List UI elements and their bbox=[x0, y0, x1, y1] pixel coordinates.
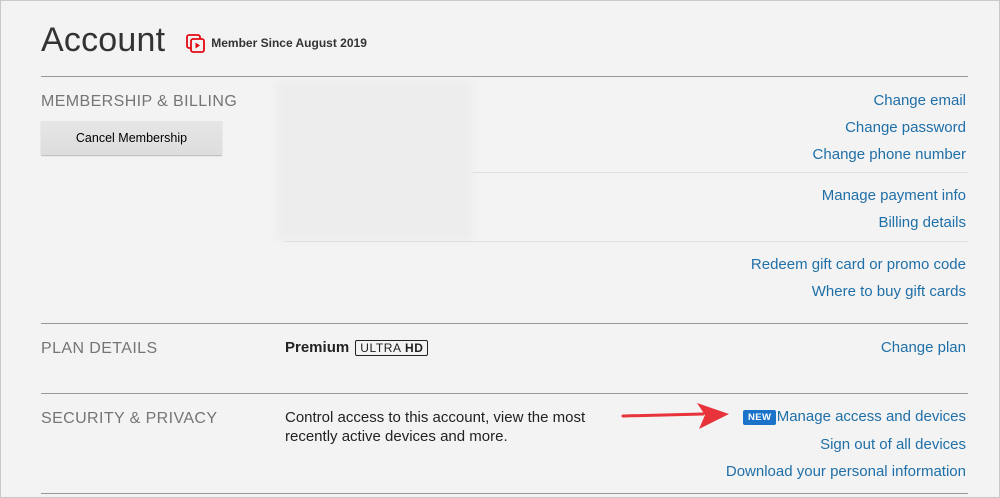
page-header: Account Member Since August 2019 bbox=[41, 21, 367, 60]
change-plan-link[interactable]: Change plan bbox=[881, 339, 966, 356]
cancel-membership-button[interactable]: Cancel Membership bbox=[41, 121, 222, 155]
redacted-account-info bbox=[277, 81, 473, 241]
ultra-hd-badge-part2: HD bbox=[404, 340, 424, 355]
security-section-title: SECURITY & PRIVACY bbox=[41, 410, 218, 427]
change-phone-link[interactable]: Change phone number bbox=[813, 146, 966, 163]
download-personal-info-link[interactable]: Download your personal information bbox=[726, 463, 966, 480]
subdivider bbox=[285, 241, 968, 242]
where-to-buy-gift-cards-link[interactable]: Where to buy gift cards bbox=[812, 283, 966, 300]
change-password-link[interactable]: Change password bbox=[845, 119, 966, 136]
plan-section-title: PLAN DETAILS bbox=[41, 340, 158, 357]
membership-section-title: MEMBERSHIP & BILLING bbox=[41, 93, 238, 110]
membership-icon bbox=[186, 33, 206, 53]
security-description: Control access to this account, view the… bbox=[285, 409, 586, 445]
sign-out-all-devices-link[interactable]: Sign out of all devices bbox=[820, 436, 966, 453]
plan-info: Premium ULTRA HD bbox=[285, 339, 429, 356]
account-page: Account Member Since August 2019 MEMBERS… bbox=[0, 0, 1000, 498]
page-title: Account bbox=[41, 21, 166, 59]
redeem-gift-card-link[interactable]: Redeem gift card or promo code bbox=[751, 256, 966, 273]
divider bbox=[41, 323, 968, 324]
divider bbox=[41, 493, 968, 494]
plan-name: Premium bbox=[285, 339, 350, 356]
manage-payment-link[interactable]: Manage payment info bbox=[822, 187, 966, 204]
subdivider bbox=[473, 172, 968, 173]
ultra-hd-badge: ULTRA HD bbox=[355, 339, 429, 356]
member-since-text: Member Since August 2019 bbox=[211, 35, 367, 50]
divider bbox=[41, 76, 968, 77]
change-email-link[interactable]: Change email bbox=[873, 92, 966, 109]
new-badge: NEW bbox=[743, 410, 777, 425]
billing-details-link[interactable]: Billing details bbox=[878, 214, 966, 231]
member-since: Member Since August 2019 bbox=[185, 32, 367, 54]
red-arrow-annotation bbox=[621, 403, 729, 429]
divider bbox=[41, 393, 968, 394]
manage-access-devices-link[interactable]: Manage access and devices bbox=[777, 408, 966, 425]
ultra-hd-badge-part1: ULTRA bbox=[360, 340, 401, 355]
